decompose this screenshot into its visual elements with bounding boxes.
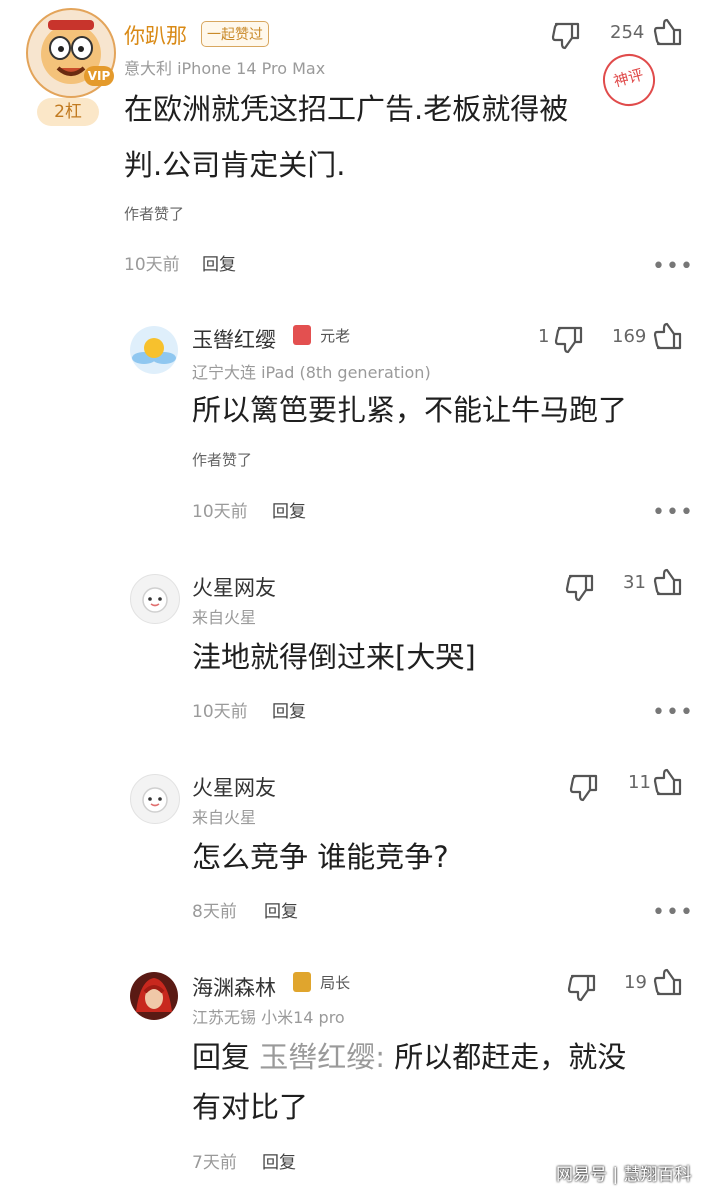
location-device: 意大利 iPhone 14 Pro Max xyxy=(124,59,326,78)
reply-3-text: 怎么竞争 谁能竞争? xyxy=(192,840,449,874)
reply-1-location-device: 辽宁大连 iPad (8th generation) xyxy=(192,363,431,382)
reply-4-time: 7天前 xyxy=(192,1153,237,1173)
reply-4-reply-button[interactable]: 回复 xyxy=(262,1148,296,1173)
reply-4-text-line2: 有对比了 xyxy=(192,1090,309,1124)
reply-3-location: 来自火星 xyxy=(192,808,257,827)
dislike-icon[interactable] xyxy=(550,20,582,52)
reply-1-time: 10天前 xyxy=(192,502,248,522)
reply-2-reply-button[interactable]: 回复 xyxy=(272,697,306,722)
reply-1-author-liked-tag: 作者赞了 xyxy=(192,451,253,469)
reply-1-text: 所以篱笆要扎紧，不能让牛马跑了 xyxy=(192,393,628,427)
reply-2-time: 10天前 xyxy=(192,702,248,722)
reply-prefix: 回复 xyxy=(192,1040,260,1074)
reply-4-dislike-icon[interactable] xyxy=(566,972,598,1004)
reply-2-text: 洼地就得倒过来[大哭] xyxy=(192,640,476,674)
vip-badge: VIP xyxy=(84,66,114,86)
level-badge: 2杠 xyxy=(37,98,99,126)
like-count: 254 xyxy=(610,22,645,43)
reply-1-dislike-count: 1 xyxy=(538,326,550,347)
avatar-reply-2[interactable] xyxy=(130,574,180,624)
together-like-badge: 一起赞过 xyxy=(201,21,269,47)
reply-1-badge: 元老 xyxy=(293,325,350,346)
reply-3-username[interactable]: 火星网友 xyxy=(192,772,276,802)
reply-2-dislike-icon[interactable] xyxy=(564,572,596,604)
reply-3-time: 8天前 xyxy=(192,902,237,922)
comment-time: 10天前 xyxy=(124,255,180,275)
reply-1-reply-button[interactable]: 回复 xyxy=(272,497,306,522)
reply-2-like-icon[interactable] xyxy=(652,566,684,598)
avatar-reply-3[interactable] xyxy=(130,774,180,824)
reply-1-like-count: 169 xyxy=(612,326,647,347)
reply-2-like-count: 31 xyxy=(623,572,646,593)
reply-4-like-count: 19 xyxy=(624,972,647,993)
reply-3-like-count: 11 xyxy=(628,772,651,793)
comment-text-line2: 判.公司肯定关门. xyxy=(124,148,346,182)
quoted-username[interactable]: 玉辔红缨: xyxy=(259,1040,385,1074)
avatar-reply-4[interactable] xyxy=(130,972,178,1020)
reply-2-location: 来自火星 xyxy=(192,608,257,627)
reply-2-more-button[interactable]: ••• xyxy=(652,700,694,725)
watermark: 网易号 | 慧翔百科 xyxy=(556,1165,692,1185)
more-options-button[interactable]: ••• xyxy=(652,254,694,279)
reply-4-like-icon[interactable] xyxy=(652,966,684,998)
reply-2-username[interactable]: 火星网友 xyxy=(192,572,276,602)
reply-3-more-button[interactable]: ••• xyxy=(652,900,694,925)
reply-4-username[interactable]: 海渊森林 xyxy=(192,972,276,1002)
reply-text-rest: 所以都赶走，就没 xyxy=(385,1040,627,1074)
reply-4-location-device: 江苏无锡 小米14 pro xyxy=(192,1008,345,1027)
hot-comment-stamp: 神评 xyxy=(597,48,661,112)
reply-3-dislike-icon[interactable] xyxy=(568,772,600,804)
username[interactable]: 你趴那 xyxy=(124,20,187,50)
reply-3-reply-button[interactable]: 回复 xyxy=(264,897,298,922)
comment-text-line1: 在欧洲就凭这招工广告.老板就得被 xyxy=(124,92,569,126)
reply-4-text-line1: 回复 玉辔红缨: 所以都赶走，就没 xyxy=(192,1034,626,1080)
reply-1-dislike-icon[interactable] xyxy=(553,324,585,356)
reply-button[interactable]: 回复 xyxy=(202,250,236,275)
reply-4-badge: 局长 xyxy=(293,972,350,993)
like-icon[interactable] xyxy=(652,16,684,48)
reply-1-username[interactable]: 玉辔红缨 xyxy=(192,324,276,354)
author-liked-tag: 作者赞了 xyxy=(124,205,185,223)
reply-1-like-icon[interactable] xyxy=(652,320,684,352)
avatar-reply-1[interactable] xyxy=(130,326,178,374)
reply-1-more-button[interactable]: ••• xyxy=(652,500,694,525)
reply-3-like-icon[interactable] xyxy=(652,766,684,798)
